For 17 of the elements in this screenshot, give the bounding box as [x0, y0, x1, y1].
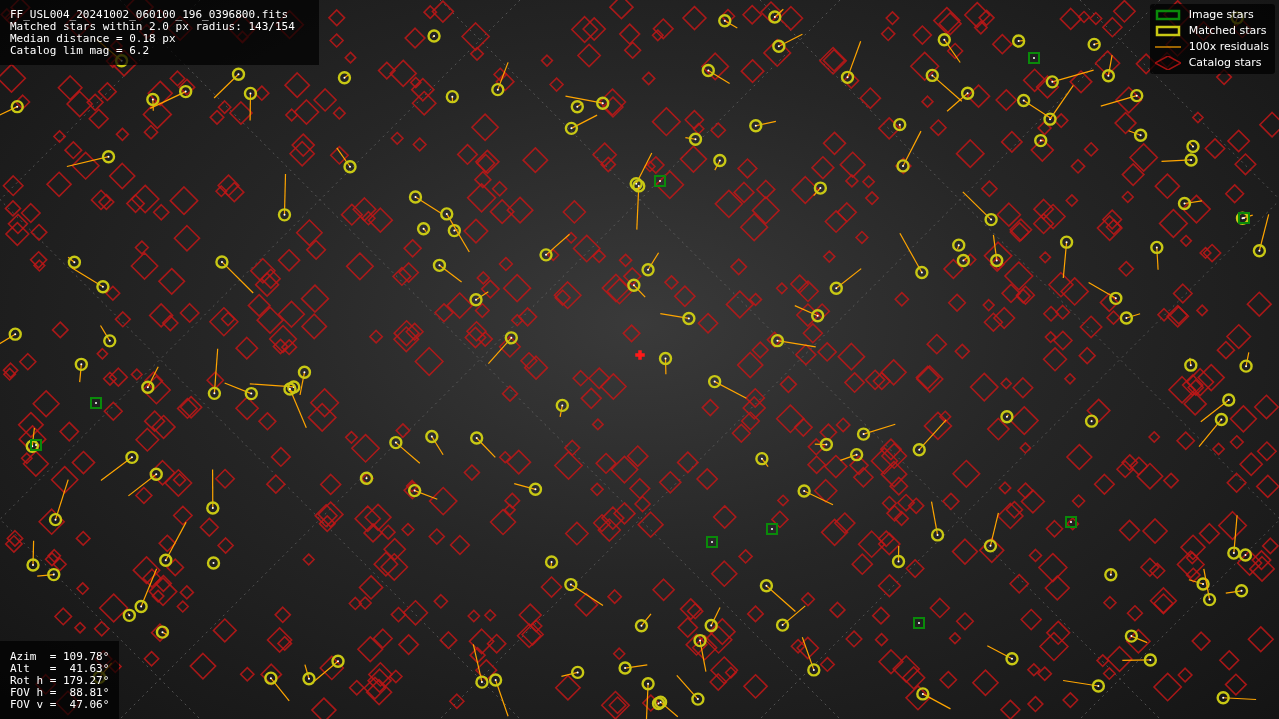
info-text: Catalog lim mag = 6.2 — [10, 45, 151, 57]
legend-label: Matched stars — [1188, 23, 1267, 39]
info-text: Median distance = 0.18 px — [10, 33, 177, 45]
legend-label: Catalog stars — [1188, 55, 1262, 71]
pointing-text: Azim = 109.78° — [10, 651, 110, 663]
diamond-icon — [1154, 56, 1181, 70]
pointing-text: FOV h = 88.81° — [10, 687, 110, 699]
info-text: FF_USL004_20241002_060100_196_0396800.fits — [10, 9, 290, 21]
pointing-text: Rot h = 179.27° — [10, 675, 110, 687]
info-text: Matched stars within 2.0 px radius: 143/154 — [10, 21, 296, 33]
cross-icon — [635, 350, 645, 360]
matched-star-rectangle-icon — [1154, 24, 1181, 38]
pointing-text: Alt = 41.63° — [10, 663, 110, 675]
pointing-text: FOV v = 47.06° — [10, 699, 110, 711]
legend-label: Image stars — [1188, 7, 1254, 23]
legend-label: 100x residuals — [1188, 39, 1269, 55]
image-star-rectangle-icon — [1154, 8, 1181, 22]
